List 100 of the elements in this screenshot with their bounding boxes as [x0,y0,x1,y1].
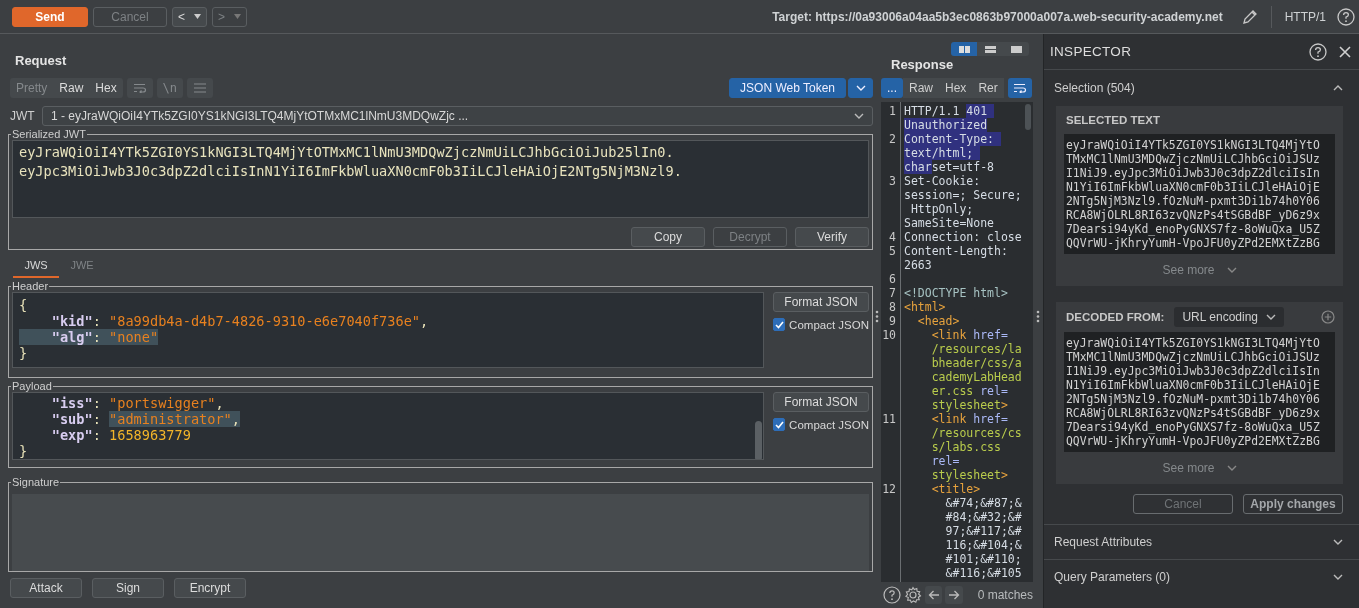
checkbox[interactable] [773,318,786,331]
caret-icon [194,14,201,19]
code-line: 2NTg5NjM3Nzl9.fOzNuM-pxmt3Di1b74h0Y06 [1066,392,1321,406]
action-button[interactable]: Apply changes [1243,494,1343,514]
check-icon [774,320,784,329]
action-button[interactable]: Sign [92,578,164,598]
wrap-toggle[interactable] [126,78,153,98]
code-line: TMxMC1lNmU3MDQwZjczNmUiLCJhbGciOiJSUz [1066,350,1321,364]
code-line: 7Dearsi94yKd_enoPyGNXS7fz-8oWuQxa_U5Z [1066,420,1321,434]
code-line: &#74;&#87;& [944,495,1023,510]
help-icon[interactable] [1337,7,1355,26]
panel-title: INSPECTOR [1050,44,1133,59]
action-button[interactable]: Encrypt [174,578,246,598]
chevron-down-icon [854,113,864,119]
code-line: <!DOCTYPE html> [904,285,1009,300]
view-tab[interactable]: Raw [903,77,940,98]
wrap-toggle[interactable] [1007,77,1032,98]
back-button[interactable]: < [172,6,207,27]
signature-field[interactable] [12,494,869,571]
code-line: TMxMC1lNmU3MDQwZjczNmUiLCJhbGciOiJSUz [1066,152,1321,166]
check-icon [774,420,784,429]
code-line: cademyLabHead [930,369,1023,384]
json-editor[interactable]: { "kid": "8a99db4a-d4b7-4826-9310-e6e7040f736e", "alg": "none" } [12,292,764,368]
layout-button[interactable] [1003,42,1029,56]
layout-button[interactable] [951,42,977,56]
code-line: stylesheet> [930,467,1009,482]
dropdown-button[interactable] [848,78,873,98]
code-editor[interactable]: eyJraWQiOiI4YTk5ZGI0YS1kNGI3LTQ4MjYtOTMxMC1lNmU3MDQwZjczNmUiLCJhbGciOiJub25lIn0. eyJpc3MiOiJwb3J0c3dpZ2dlciIsInN1YiI6ImFkbWluaXN0cmF0b3IiLCJleHAiOjE2NTg5NjM3Nzl9. [12,140,869,218]
layout-button[interactable] [977,42,1003,56]
code-line: bheader/css/a [930,355,1023,370]
scrollbar-thumb[interactable] [1025,103,1031,130]
format-button[interactable]: Format JSON [773,292,869,312]
section-title: Selection (504) [1054,81,1135,95]
settings-icon[interactable] [904,586,922,605]
group-label: Signature [11,476,61,488]
view-tab[interactable]: Hex [89,78,123,98]
field-label: JWT [10,109,36,123]
code-line: &#116;&#105 [944,565,1023,580]
chevron-down-icon [1266,314,1276,320]
format-button[interactable]: Format JSON [773,392,869,412]
checkbox-label: Compact JSON [789,318,869,331]
editor-type-button[interactable]: JSON Web Token [729,78,846,98]
action-button[interactable]: Verify [795,227,869,247]
drag-handle-icon[interactable] [1036,309,1040,323]
close-icon[interactable] [1339,45,1351,58]
scrollbar-thumb[interactable] [755,421,762,459]
code-line: "alg": "none" [19,329,757,345]
code-line: rel= [930,453,961,468]
code-line: eyJraWQiOiI4YTk5ZGI0YS1kNGI3LTQ4MjYtO [1066,336,1321,350]
view-tab[interactable]: ... [881,77,903,98]
drag-handle-icon[interactable] [875,309,879,323]
pencil-icon[interactable] [1241,8,1258,25]
pane-title: Response [890,56,955,74]
view-tab[interactable]: Raw [53,78,90,98]
code-line: 116;&#104;& [944,537,1023,552]
code-line: "kid": "8a99db4a-d4b7-4826-9310-e6e7040f736e", [50,313,430,329]
code-line: /resources/la [930,341,1023,356]
collapsible-section[interactable]: Request Attributes [1044,524,1359,559]
code-line: 97;&#117;&# [944,523,1023,538]
action-button[interactable]: Copy [631,227,705,247]
protocol-label: HTTP/1 [1284,9,1326,24]
line-number: 4 [888,229,897,244]
code-line: } [19,345,29,361]
view-tab[interactable]: Hex [939,77,973,98]
help-icon[interactable] [1309,42,1327,61]
jwt-select[interactable]: 1 - eyJraWQiOiI4YTk5ZGI0YS1kNGI3LTQ4MjYtOTMxMC1lNmU3MDQwZjc ... [42,106,873,126]
pane-title: Request [14,52,68,70]
code-line: stylesheet> [930,397,1009,412]
code-line: session=; Secure; [904,187,1023,202]
card-title: DECODED FROM: [1066,311,1165,323]
checkbox-label: Compact JSON [789,418,869,431]
code-line: RCA8WjOLRL8RI63zvQNzPs4tSGBdBF_yD6z9x [1066,406,1321,420]
previous-button[interactable] [925,586,943,605]
code-line: "exp": 1658963779 [50,427,192,443]
chevron-down-icon [855,85,866,91]
code-line: 2NTg5NjM3Nzl9.fOzNuM-pxmt3Di1b74h0Y06 [1066,194,1321,208]
code-line: I1NiJ9.eyJpc3MiOiJwb3J0c3dpZ2dlciIsIn [1066,364,1321,378]
code-line: <head> [916,313,961,328]
code-line: "iss": "portswigger", [50,395,225,411]
json-editor[interactable]: "iss": "portswigger", "sub": "administrator", "exp": 1658963779 } [12,392,764,460]
encoding-dropdown[interactable]: URL encoding [1174,307,1284,327]
next-button[interactable] [945,586,963,605]
chevron-down-icon [1226,267,1237,273]
line-number: 9 [888,313,897,328]
line-number: 2 [888,131,897,146]
code-line: N1YiI6ImFkbWluaXN0cmF0b3IiLCJleHAiOjE [1066,180,1321,194]
code-line: Content-Length: [904,243,1009,258]
chevron-up-icon[interactable] [1333,85,1343,91]
code-line: I1NiJ9.eyJpc3MiOiJwb3J0c3dpZ2dlciIsIn [1066,166,1321,180]
code-line: HttpOnly; [909,201,975,216]
action-button[interactable]: Attack [10,578,82,598]
add-icon[interactable] [1321,310,1335,324]
group-label: Serialized JWT [11,128,87,140]
help-icon[interactable] [883,586,901,605]
checkbox[interactable] [773,418,786,431]
collapsible-section[interactable]: Query Parameters (0) [1044,559,1359,594]
arrow-left-icon [927,590,940,601]
view-tab[interactable]: Rer [972,77,1004,98]
send-button[interactable]: Send [12,6,88,27]
tab[interactable]: JWS [13,254,59,278]
